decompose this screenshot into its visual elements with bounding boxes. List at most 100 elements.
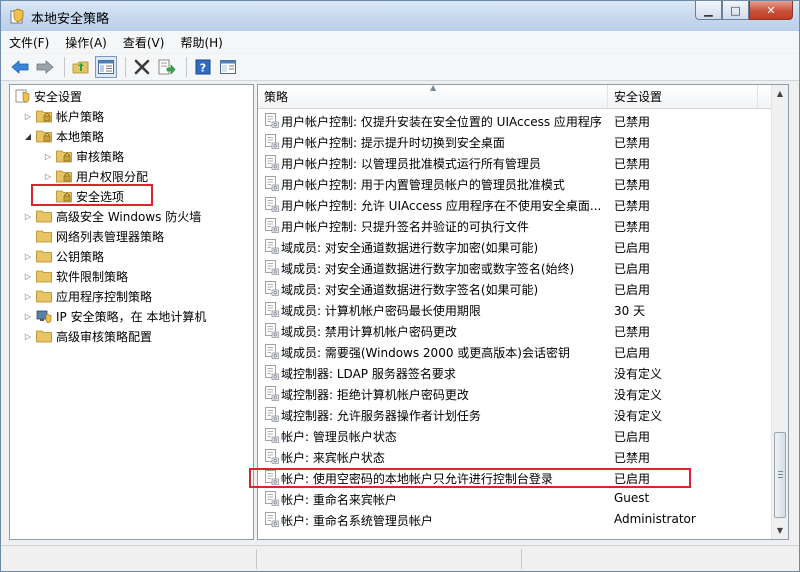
expand-arrow-icon[interactable]: ▷ xyxy=(23,252,33,261)
folder-icon xyxy=(36,290,52,303)
menu-view[interactable]: 查看(V) xyxy=(123,34,165,51)
maximize-button[interactable]: □ xyxy=(722,1,749,20)
minimize-button[interactable]: ▁ xyxy=(695,1,722,20)
expand-arrow-icon[interactable]: ▷ xyxy=(23,112,33,121)
tree-item[interactable]: ▷ 高级安全 Windows 防火墙 xyxy=(23,206,201,226)
tree-item[interactable]: 安全设置 xyxy=(14,86,82,106)
expand-arrow-icon[interactable]: ▷ xyxy=(23,272,33,281)
tree-item-label: 本地策略 xyxy=(56,129,105,144)
policy-row[interactable]: 帐户: 来宾帐户状态 已禁用 xyxy=(258,446,775,467)
expand-arrow-icon[interactable]: ▷ xyxy=(23,292,33,301)
show-hide-tree-button[interactable] xyxy=(95,56,117,78)
scroll-up-icon: ▲ xyxy=(776,89,784,98)
policy-row[interactable]: 域成员: 对安全通道数据进行数字加密(如果可能) 已启用 xyxy=(258,236,775,257)
properties-button[interactable] xyxy=(217,56,239,78)
policy-row[interactable]: 用户帐户控制: 用于内置管理员帐户的管理员批准模式 已禁用 xyxy=(258,173,775,194)
policy-security-setting: 已启用 xyxy=(614,283,651,297)
policy-row[interactable]: 帐户: 重命名系统管理员帐户 Administrator xyxy=(258,509,775,530)
vertical-scrollbar[interactable]: ▲ ▼ xyxy=(771,85,788,539)
column-header-policy[interactable]: 策略 ▲ xyxy=(258,85,608,109)
policy-security-setting: 已启用 xyxy=(614,262,651,276)
expand-arrow-icon[interactable]: ▷ xyxy=(23,332,33,341)
tree-item[interactable]: ▷ 用户权限分配 xyxy=(43,166,148,186)
collapse-arrow-icon[interactable]: ◢ xyxy=(23,132,33,141)
policy-setting-icon xyxy=(265,134,279,149)
policy-row[interactable]: 用户帐户控制: 只提升签名并验证的可执行文件 已禁用 xyxy=(258,215,775,236)
policy-row[interactable]: 帐户: 重命名来宾帐户 Guest xyxy=(258,488,775,509)
tree-item[interactable]: ◢ 本地策略 xyxy=(23,126,104,146)
policy-row[interactable]: 域成员: 计算机帐户密码最长使用期限 30 天 xyxy=(258,299,775,320)
expand-arrow-icon[interactable]: ▷ xyxy=(43,172,53,181)
policy-name: 用户帐户控制: 允许 UIAccess 应用程序在不使用安全桌面... xyxy=(281,199,602,213)
up-level-button[interactable] xyxy=(70,56,92,78)
tree-item[interactable]: 网络列表管理器策略 xyxy=(23,226,164,246)
policy-security-setting: 已启用 xyxy=(614,346,651,360)
tree-item[interactable]: ▷ 应用程序控制策略 xyxy=(23,286,152,306)
expand-arrow-icon[interactable]: ▷ xyxy=(23,312,33,321)
column-header-setting[interactable]: 安全设置 xyxy=(608,85,758,109)
policy-row[interactable]: 域成员: 对安全通道数据进行数字签名(如果可能) 已启用 xyxy=(258,278,775,299)
policy-setting-icon xyxy=(265,344,279,359)
toolbar-separator xyxy=(64,57,65,77)
folder-icon xyxy=(36,330,52,343)
export-list-button[interactable] xyxy=(156,56,178,78)
title-bar[interactable]: 本地安全策略 ▁ □ ✕ xyxy=(1,1,799,31)
scrollbar-thumb[interactable] xyxy=(774,432,786,518)
menu-help[interactable]: 帮助(H) xyxy=(180,34,222,51)
policy-name: 域成员: 对安全通道数据进行数字加密或数字签名(始终) xyxy=(281,262,575,276)
policy-setting-icon xyxy=(265,113,279,128)
policy-security-setting: 已禁用 xyxy=(614,199,651,213)
policy-row[interactable]: 域成员: 禁用计算机帐户密码更改 已禁用 xyxy=(258,320,775,341)
tree-item[interactable]: ▷ 高级审核策略配置 xyxy=(23,326,152,346)
policy-name: 域成员: 对安全通道数据进行数字签名(如果可能) xyxy=(281,283,539,297)
policy-security-setting: 没有定义 xyxy=(614,367,663,381)
policy-row[interactable]: 用户帐户控制: 提示提升时切换到安全桌面 已禁用 xyxy=(258,131,775,152)
policy-security-setting: 已禁用 xyxy=(614,325,651,339)
thumb-grip xyxy=(778,474,783,475)
policy-row[interactable]: 用户帐户控制: 仅提升安装在安全位置的 UIAccess 应用程序 已禁用 xyxy=(258,110,775,131)
tree-item[interactable]: ▷ 公钥策略 xyxy=(23,246,104,266)
forward-button[interactable] xyxy=(34,56,56,78)
scroll-down-button[interactable]: ▼ xyxy=(772,522,788,539)
console-tree-pane[interactable]: 安全设置 ▷ 帐户策略 ◢ 本地策略 ▷ 审核策略 ▷ 用户权限分配 安全选项 ▷ 高级安全 Wind… xyxy=(9,84,254,540)
delete-button[interactable] xyxy=(131,56,153,78)
policy-name: 用户帐户控制: 只提升签名并验证的可执行文件 xyxy=(281,220,529,234)
menu-action[interactable]: 操作(A) xyxy=(65,34,107,51)
policy-setting-icon xyxy=(265,449,279,464)
folder-icon xyxy=(36,230,52,243)
policy-security-setting: 没有定义 xyxy=(614,409,663,423)
policy-setting-icon xyxy=(265,155,279,170)
policy-row[interactable]: 用户帐户控制: 以管理员批准模式运行所有管理员 已禁用 xyxy=(258,152,775,173)
policy-security-setting: 没有定义 xyxy=(614,388,663,402)
policy-row[interactable]: 域成员: 需要强(Windows 2000 或更高版本)会话密钥 已启用 xyxy=(258,341,775,362)
expand-arrow-icon[interactable]: ▷ xyxy=(43,152,53,161)
policy-setting-icon xyxy=(265,260,279,275)
policy-row[interactable]: 域控制器: 允许服务器操作者计划任务 没有定义 xyxy=(258,404,775,425)
tree-item[interactable]: ▷ 软件限制策略 xyxy=(23,266,128,286)
close-button[interactable]: ✕ xyxy=(749,1,793,20)
policy-row[interactable]: 域成员: 对安全通道数据进行数字加密或数字签名(始终) 已启用 xyxy=(258,257,775,278)
tree-item-label: 网络列表管理器策略 xyxy=(56,229,165,244)
back-button[interactable] xyxy=(9,56,31,78)
help-button[interactable]: ? xyxy=(192,56,214,78)
policy-row[interactable]: 域控制器: LDAP 服务器签名要求 没有定义 xyxy=(258,362,775,383)
menu-file[interactable]: 文件(F) xyxy=(9,34,49,51)
tree-item[interactable]: ▷ 帐户策略 xyxy=(23,106,104,126)
tree-item-label: 应用程序控制策略 xyxy=(56,289,153,304)
policy-security-setting: 已禁用 xyxy=(614,178,651,192)
toolbar-separator xyxy=(125,57,126,77)
policy-row[interactable]: 帐户: 管理员帐户状态 已启用 xyxy=(258,425,775,446)
folder-icon xyxy=(36,270,52,283)
tree-item[interactable]: ▷ 审核策略 xyxy=(43,146,124,166)
policy-row[interactable]: 域控制器: 拒绝计算机帐户密码更改 没有定义 xyxy=(258,383,775,404)
export-list-icon xyxy=(158,59,176,75)
policy-name: 用户帐户控制: 提示提升时切换到安全桌面 xyxy=(281,136,505,150)
policy-row[interactable]: 用户帐户控制: 允许 UIAccess 应用程序在不使用安全桌面... 已禁用 xyxy=(258,194,775,215)
folder-icon xyxy=(56,170,72,183)
scroll-up-button[interactable]: ▲ xyxy=(772,85,788,102)
tree-item[interactable]: ▷ IP 安全策略，在 本地计算机 xyxy=(23,306,206,326)
policy-security-setting: 已禁用 xyxy=(614,451,651,465)
expand-arrow-icon[interactable]: ▷ xyxy=(23,212,33,221)
policy-setting-icon xyxy=(265,239,279,254)
properties-icon xyxy=(220,60,236,74)
